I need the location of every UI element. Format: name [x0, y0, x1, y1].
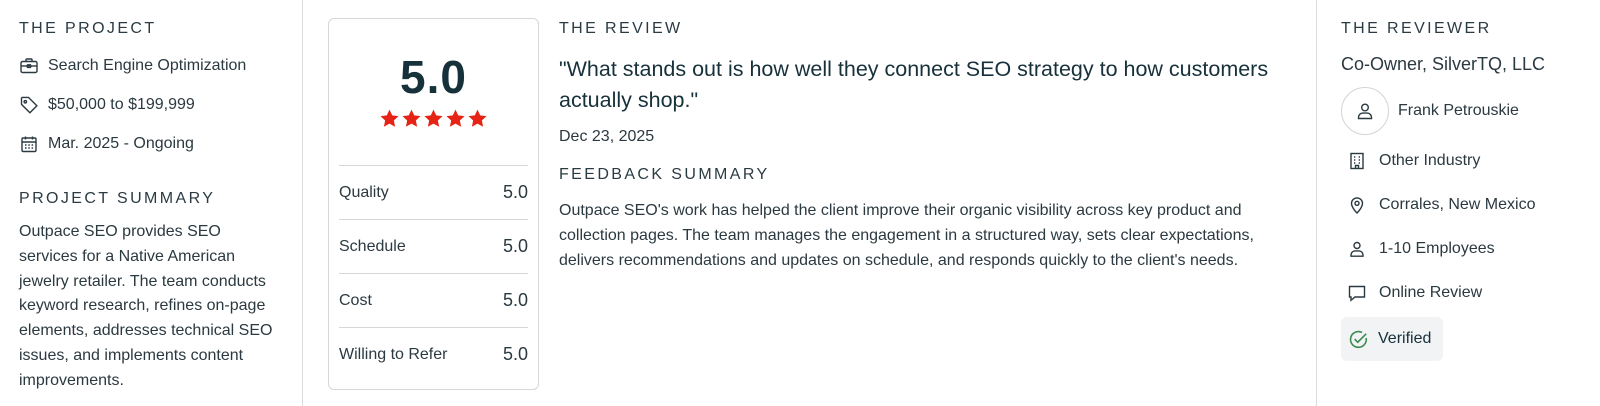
- person-icon: [1350, 241, 1364, 257]
- verified-badge: Verified: [1341, 317, 1444, 361]
- check-circle-icon: [1349, 330, 1368, 348]
- reviewer-employees: 1-10 Employees: [1347, 237, 1600, 261]
- project-summary-heading: PROJECT SUMMARY: [19, 190, 216, 207]
- location-label: Corrales, New Mexico: [1379, 196, 1536, 213]
- score-label: Willing to Refer: [339, 345, 448, 363]
- review-column: THE REVIEW "What stands out is how well …: [559, 0, 1317, 406]
- building-icon: [1350, 152, 1364, 170]
- user-icon: [1357, 103, 1373, 120]
- reviewer-review-type: Online Review: [1347, 281, 1600, 305]
- feedback-summary-text: Outpace SEO's work has helped the client…: [559, 202, 1254, 269]
- score-value: 5.0: [502, 236, 528, 256]
- reviewer-column: THE REVIEWER Co-Owner, SilverTQ, LLC Fra…: [1317, 0, 1600, 406]
- review-heading: THE REVIEW: [559, 20, 683, 37]
- reviewer-location: Corrales, New Mexico: [1347, 193, 1600, 217]
- price-tag-icon: [20, 96, 38, 114]
- industry-label: Other Industry: [1379, 152, 1481, 169]
- review-card: THE PROJECT Search Engine Optimization $…: [0, 0, 1600, 406]
- chat-bubble-icon: [1348, 285, 1366, 302]
- star-icon: [402, 109, 421, 127]
- avatar: [1341, 87, 1389, 135]
- score-label: Cost: [339, 291, 372, 309]
- score-row: Cost 5.0: [339, 274, 528, 328]
- employees-label: 1-10 Employees: [1379, 240, 1495, 257]
- project-service: Search Engine Optimization: [19, 54, 282, 78]
- rating-card: 5.0 Quality 5.0 Schedule 5.0 Cost 5.0 Willing …: [328, 18, 539, 390]
- score-row: Willing to Refer 5.0: [339, 328, 528, 381]
- location-pin-icon: [1350, 197, 1364, 214]
- project-dates: Mar. 2025 - Ongoing: [19, 132, 282, 156]
- score-value: 5.0: [502, 290, 528, 310]
- review-type-label: Online Review: [1379, 284, 1483, 301]
- project-summary-text: Outpace SEO provides SEO services for a …: [19, 223, 273, 389]
- reviewer-industry: Other Industry: [1347, 149, 1600, 173]
- project-heading: THE PROJECT: [19, 20, 157, 37]
- star-icon: [424, 109, 443, 127]
- score-value: 5.0: [502, 344, 528, 364]
- reviewer-person: Frank Petrouskie: [1341, 87, 1600, 135]
- score-row: Quality 5.0: [339, 166, 528, 220]
- reviewer-heading: THE REVIEWER: [1341, 20, 1492, 37]
- score-row: Schedule 5.0: [339, 220, 528, 274]
- score-label: Schedule: [339, 237, 406, 255]
- calendar-icon: [21, 136, 37, 153]
- verified-label: Verified: [1378, 330, 1432, 347]
- project-budget: $50,000 to $199,999: [19, 93, 282, 117]
- score-breakdown: Quality 5.0 Schedule 5.0 Cost 5.0 Willing to R…: [339, 166, 528, 381]
- reviewer-role: Co-Owner, SilverTQ, LLC: [1341, 54, 1546, 74]
- rating-column: 5.0 Quality 5.0 Schedule 5.0 Cost 5.0 Willing …: [303, 0, 559, 406]
- feedback-summary-heading: FEEDBACK SUMMARY: [559, 166, 770, 183]
- dates-label: Mar. 2025 - Ongoing: [48, 135, 194, 152]
- project-column: THE PROJECT Search Engine Optimization $…: [0, 0, 303, 406]
- briefcase-icon: [20, 58, 38, 74]
- overall-rating: 5.0: [339, 19, 528, 166]
- star-rating: [339, 108, 528, 129]
- star-icon: [446, 109, 465, 127]
- budget-label: $50,000 to $199,999: [48, 96, 195, 113]
- score-value: 5.0: [502, 182, 528, 202]
- review-quote: "What stands out is how well they connec…: [559, 57, 1269, 112]
- star-icon: [380, 109, 399, 127]
- review-date: Dec 23, 2025: [559, 128, 655, 145]
- score-label: Quality: [339, 183, 389, 201]
- service-label: Search Engine Optimization: [48, 57, 247, 74]
- overall-score: 5.0: [400, 51, 467, 103]
- reviewer-name: Frank Petrouskie: [1398, 102, 1519, 119]
- star-icon: [468, 109, 487, 127]
